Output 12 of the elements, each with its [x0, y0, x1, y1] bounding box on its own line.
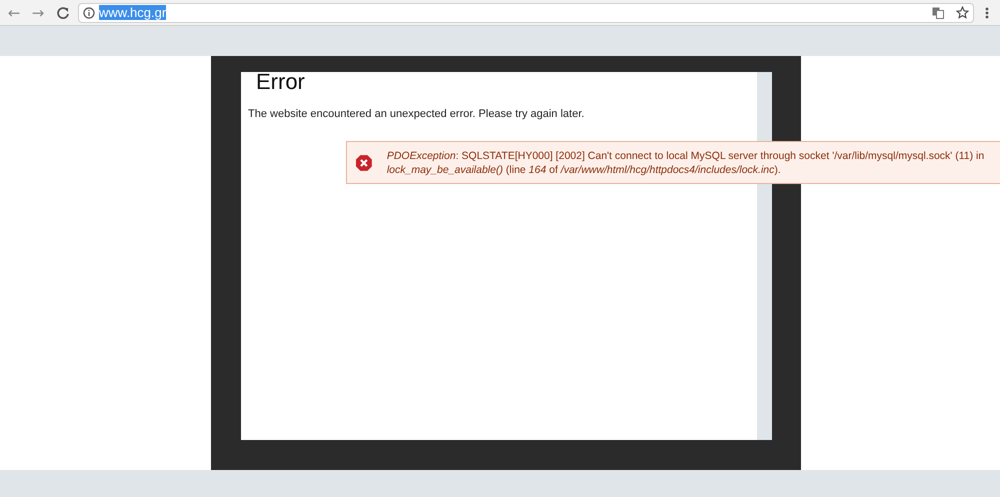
error-text: The website encountered an unexpected error. Please try again later.	[248, 107, 586, 122]
back-button[interactable]: ←	[4, 4, 24, 22]
star-icon[interactable]	[956, 6, 969, 19]
exception-text: PDOException: SQLSTATE[HY000] [2002] Can't connect to local MySQL server through socket '/var/lib/mysql/mysql.sock' (11) in lock_may_be_available() (line 164 of /var/www/html/hcg/httpdocs4/includes/lock.inc).	[386, 148, 986, 176]
forward-button[interactable]: →	[28, 4, 48, 22]
reload-icon[interactable]	[56, 6, 70, 20]
error-icon	[355, 154, 373, 172]
info-icon[interactable]	[83, 6, 95, 18]
translate-icon[interactable]	[932, 6, 944, 18]
page-title: Error	[255, 72, 306, 92]
url-text: www.hcg.gr	[99, 5, 166, 20]
address-bar[interactable]: www.hcg.gr	[78, 2, 974, 22]
